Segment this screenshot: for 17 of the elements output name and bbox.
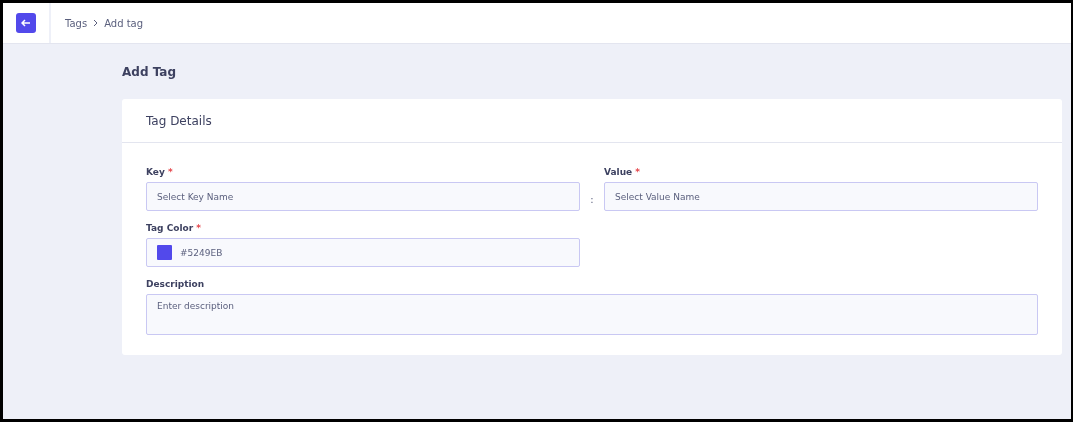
- back-arrow-icon: [21, 19, 31, 27]
- breadcrumb-link[interactable]: Tags: [65, 17, 88, 29]
- value-field[interactable]: Select Value Name: [604, 182, 1038, 211]
- separator: :: [589, 194, 595, 205]
- back-button[interactable]: [16, 13, 36, 33]
- color-field[interactable]: #5249EB: [146, 238, 580, 267]
- field-label: Key *: [146, 167, 174, 177]
- description-field[interactable]: Enter description: [146, 294, 1038, 335]
- key-field[interactable]: Select Key Name: [146, 182, 580, 211]
- card-title: Tag Details: [122, 99, 1062, 143]
- field-label: Tag Color *: [146, 223, 202, 233]
- color-swatch[interactable]: [157, 245, 172, 260]
- field-label: Value *: [604, 167, 641, 177]
- chevron-right-icon: [93, 19, 99, 27]
- field-label: Description: [146, 279, 206, 289]
- page-title: Add Tag: [122, 64, 177, 81]
- breadcrumb-current: Add tag: [104, 17, 144, 29]
